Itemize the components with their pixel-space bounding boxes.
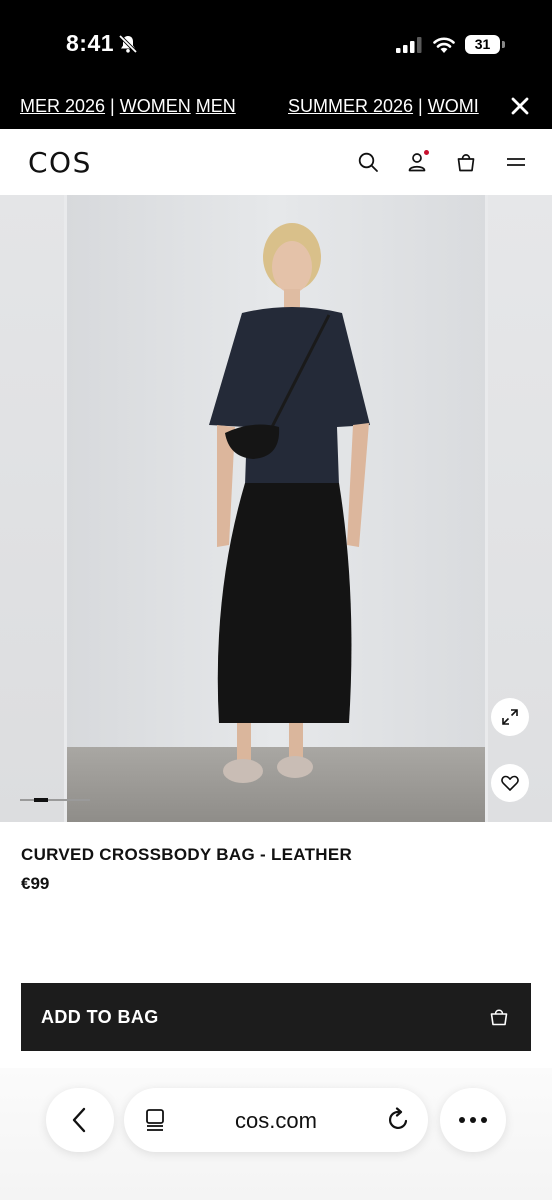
battery-cap <box>502 41 505 48</box>
wishlist-button[interactable] <box>491 764 529 802</box>
product-gallery[interactable] <box>0 195 552 822</box>
bell-muted-icon <box>118 34 138 54</box>
signal-icon <box>396 37 422 53</box>
heart-icon <box>501 775 519 791</box>
address-bar[interactable]: cos.com <box>124 1088 428 1152</box>
banner-segment-1: MER 2026 | WOMEN MEN <box>20 96 236 117</box>
url-text[interactable]: cos.com <box>124 1108 428 1134</box>
banner-season-link[interactable]: MER 2026 <box>20 96 105 116</box>
add-to-bag-button[interactable]: ADD TO BAG <box>21 983 531 1051</box>
expand-icon <box>502 709 518 725</box>
product-price: €99 <box>21 874 50 893</box>
back-button[interactable] <box>46 1088 114 1152</box>
back-icon <box>72 1107 86 1133</box>
more-button[interactable] <box>440 1088 506 1152</box>
menu-icon[interactable] <box>505 151 527 173</box>
wifi-icon <box>433 37 455 53</box>
notification-dot <box>424 150 429 155</box>
banner-separator: | <box>105 96 120 116</box>
browser-toolbar: cos.com <box>0 1068 552 1200</box>
status-time: 8:41 <box>66 30 115 56</box>
battery-level: 31 <box>465 35 500 54</box>
reload-icon[interactable] <box>386 1107 412 1133</box>
battery-icon: 31 <box>465 35 505 55</box>
banner-separator-2: | <box>413 96 428 116</box>
add-to-bag-label: ADD TO BAG <box>41 1007 159 1027</box>
banner-season-link-2[interactable]: SUMMER 2026 <box>288 96 413 116</box>
product-photo[interactable] <box>67 195 485 822</box>
previous-image-peek[interactable] <box>0 195 64 822</box>
promo-banner: MER 2026 | WOMEN MEN SUMMER 2026 | WOMI <box>0 84 552 129</box>
bag-icon[interactable] <box>455 151 477 173</box>
site-header: COS <box>0 129 552 195</box>
banner-women-link[interactable]: WOMEN <box>120 96 191 116</box>
expand-button[interactable] <box>491 698 529 736</box>
gallery-progress <box>20 798 90 802</box>
status-bar: 8:41 31 <box>0 0 552 84</box>
banner-segment-2: SUMMER 2026 | WOMI <box>288 96 488 117</box>
product-title: CURVED CROSSBODY BAG - LEATHER <box>21 845 353 864</box>
close-icon[interactable] <box>508 94 532 118</box>
cos-logo[interactable]: COS <box>28 146 92 179</box>
search-icon[interactable] <box>357 151 379 173</box>
banner-women-link-2[interactable]: WOMI <box>428 96 479 116</box>
account-button[interactable] <box>406 150 429 173</box>
more-icon <box>459 1117 487 1123</box>
gallery-progress-fill <box>34 798 48 802</box>
banner-men-link[interactable]: MEN <box>196 96 236 116</box>
bag-icon <box>490 1009 508 1026</box>
